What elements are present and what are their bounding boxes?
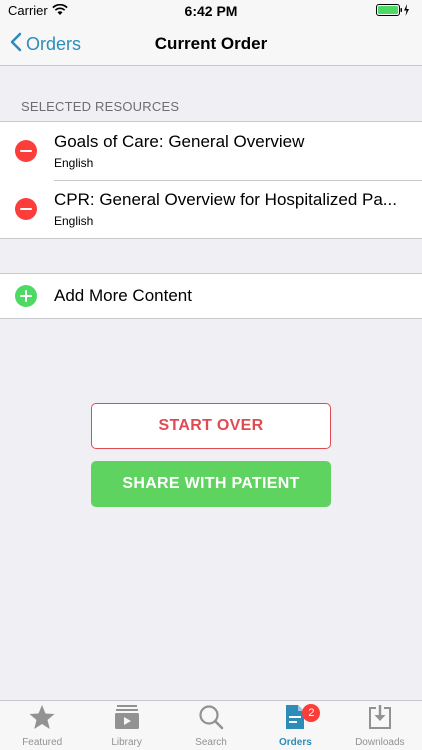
library-icon: [113, 703, 141, 737]
resource-language: English: [54, 156, 94, 170]
tab-featured[interactable]: Featured: [0, 701, 84, 750]
add-icon[interactable]: [15, 285, 37, 307]
add-more-content-row[interactable]: Add More Content: [0, 274, 422, 318]
resource-title: CPR: General Overview for Hospitalized P…: [54, 190, 397, 209]
list-item[interactable]: Goals of Care: General Overview English: [0, 122, 422, 180]
add-more-content-label: Add More Content: [54, 286, 192, 305]
tab-label: Library: [111, 737, 142, 748]
tab-label: Orders: [279, 737, 312, 748]
tab-label: Search: [195, 737, 227, 748]
download-icon: [366, 703, 394, 737]
battery-charging-icon: [376, 4, 412, 19]
page-title: Current Order: [154, 34, 268, 53]
resource-language: English: [54, 214, 94, 228]
resource-title: Goals of Care: General Overview: [54, 132, 305, 151]
section-header: SELECTED RESOURCES: [21, 99, 180, 114]
status-time: 6:42 PM: [184, 3, 238, 19]
selected-resources-list: Goals of Care: General Overview English …: [0, 121, 422, 239]
list-item[interactable]: CPR: General Overview for Hospitalized P…: [0, 180, 422, 238]
star-icon: [28, 703, 56, 737]
remove-icon[interactable]: [15, 140, 37, 162]
share-with-patient-button[interactable]: SHARE WITH PATIENT: [91, 461, 331, 507]
tab-downloads[interactable]: Downloads: [338, 701, 422, 750]
navigation-bar: Orders Current Order: [0, 22, 422, 66]
tab-label: Featured: [22, 737, 63, 748]
tab-library[interactable]: Library: [84, 701, 168, 750]
start-over-button[interactable]: START OVER: [91, 403, 331, 449]
tab-bar: Featured Library Search 2 Orders Downloa…: [0, 700, 422, 750]
remove-icon[interactable]: [15, 198, 37, 220]
orders-badge: 2: [302, 704, 321, 722]
tab-search[interactable]: Search: [169, 701, 253, 750]
tab-label: Downloads: [355, 737, 405, 748]
add-content-list: Add More Content: [0, 273, 422, 319]
status-bar: Carrier 6:42 PM: [0, 0, 422, 22]
tab-orders[interactable]: 2 Orders: [253, 701, 337, 750]
search-icon: [197, 703, 225, 737]
